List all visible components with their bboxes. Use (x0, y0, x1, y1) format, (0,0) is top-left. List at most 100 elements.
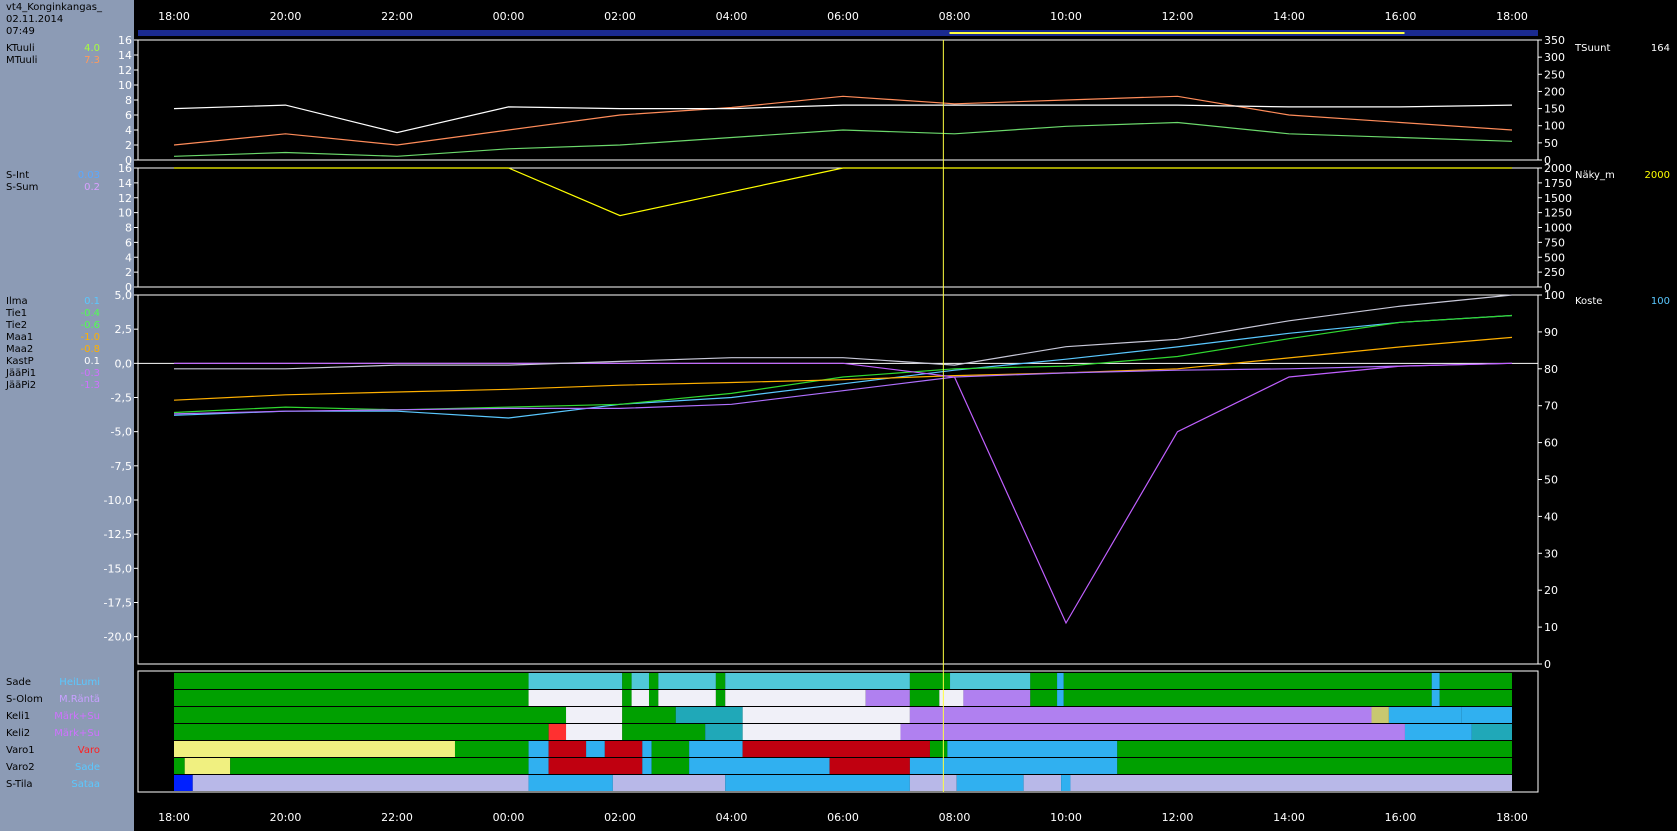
chart-canvas[interactable]: 18:00 18:00 20:00 20:00 22:00 22:00 00:00 00:00… (0, 0, 1677, 831)
plot-frame-2 (137, 167, 1539, 288)
status-segment (742, 724, 901, 740)
status-segment (642, 758, 652, 774)
left-tick: 10 (118, 207, 132, 220)
left-tick: 4 (125, 251, 132, 264)
right-tick: 10 (1544, 621, 1558, 634)
right-tick: 2000 (1544, 162, 1572, 175)
status-segment (528, 690, 623, 706)
plot-frame-1 (137, 39, 1539, 161)
status-segment (725, 775, 910, 791)
series-line-ilma (173, 314, 1513, 419)
right-tick: 200 (1544, 85, 1565, 98)
status-segment (715, 690, 726, 706)
time-tick-top: 08:00 (939, 10, 971, 23)
time-tick-bottom: 10:00 (1050, 811, 1082, 824)
left-tick: -10,0 (104, 494, 132, 507)
left-tick: -12,5 (104, 528, 132, 541)
status-segment (658, 673, 716, 689)
status-segment (1431, 690, 1440, 706)
left-tick: 8 (125, 222, 132, 235)
status-segment (174, 758, 185, 774)
right-tick: 90 (1544, 326, 1558, 339)
status-segment (742, 707, 910, 723)
plot-frame-3 (137, 294, 1539, 665)
time-tick-top: 18:00 (158, 10, 190, 23)
status-segment (1070, 775, 1512, 791)
status-segment (174, 724, 549, 740)
time-tick-top: 00:00 (493, 10, 525, 23)
status-segment (651, 758, 690, 774)
status-segment (622, 724, 706, 740)
left-tick: 4 (125, 124, 132, 137)
status-segment (1439, 673, 1512, 689)
weather-station-view: vt4_Konginkangas_ 02.11.2014 07:49 KTuul… (0, 0, 1677, 831)
status-segment (950, 673, 1031, 689)
left-tick: 12 (118, 64, 132, 77)
series-line-koste (174, 294, 1513, 370)
right-tick: 80 (1544, 363, 1558, 376)
time-tick-bottom: 16:00 (1385, 811, 1417, 824)
status-segment (1461, 707, 1512, 723)
left-tick: -7,5 (111, 460, 132, 473)
status-segment (548, 741, 587, 757)
status-segment (566, 707, 623, 723)
time-tick-bottom: 06:00 (827, 811, 859, 824)
status-segment (528, 673, 623, 689)
status-segment (528, 758, 549, 774)
time-tick-bottom: 04:00 (716, 811, 748, 824)
left-tick: 10 (118, 79, 132, 92)
status-segment (1404, 724, 1472, 740)
status-segment (963, 690, 1031, 706)
status-segment (1117, 758, 1512, 774)
status-segment (1439, 690, 1512, 706)
status-segment (174, 690, 529, 706)
time-tick-bottom: 18:00 (158, 811, 190, 824)
status-segment (1030, 673, 1058, 689)
status-segment (909, 758, 1118, 774)
left-tick: 8 (125, 94, 132, 107)
series-line-näky_m (174, 167, 1512, 217)
status-segment (742, 741, 930, 757)
status-segment (689, 758, 830, 774)
status-segment (622, 690, 632, 706)
status-segment (705, 724, 743, 740)
right-tick: 1250 (1544, 207, 1572, 220)
time-tick-bottom: 12:00 (1162, 811, 1194, 824)
status-segment (1057, 690, 1064, 706)
time-tick-top: 14:00 (1273, 10, 1305, 23)
status-segment (1388, 707, 1462, 723)
left-tick: 16 (118, 162, 132, 175)
left-tick: 2 (125, 139, 132, 152)
status-segment (548, 758, 643, 774)
status-segment (1063, 673, 1432, 689)
status-segment (1371, 707, 1389, 723)
time-tick-top: 20:00 (270, 10, 302, 23)
status-segment (1063, 690, 1432, 706)
right-tick: 250 (1544, 68, 1565, 81)
status-segment (586, 741, 605, 757)
right-tick: 50 (1544, 474, 1558, 487)
left-tick: -15,0 (104, 562, 132, 575)
status-segment (648, 690, 659, 706)
right-tick: 1750 (1544, 177, 1572, 190)
left-tick: 12 (118, 192, 132, 205)
status-segment (929, 741, 948, 757)
status-segment (909, 707, 1372, 723)
left-tick: -2,5 (111, 392, 132, 405)
left-tick: 14 (118, 177, 132, 190)
status-segment (566, 724, 623, 740)
status-segment (230, 758, 529, 774)
status-segment (1057, 673, 1064, 689)
right-tick: 250 (1544, 266, 1565, 279)
left-tick: -5,0 (111, 426, 132, 439)
series-line-tie1 (173, 314, 1513, 414)
status-segment (725, 690, 866, 706)
series-line-jääpi2 (174, 362, 1513, 625)
left-tick: 16 (118, 34, 132, 47)
status-segment (909, 690, 940, 706)
right-tick: 0 (1544, 658, 1551, 671)
status-segment (631, 673, 649, 689)
right-tick: 20 (1544, 584, 1558, 597)
status-segment (174, 775, 193, 791)
right-tick: 350 (1544, 34, 1565, 47)
